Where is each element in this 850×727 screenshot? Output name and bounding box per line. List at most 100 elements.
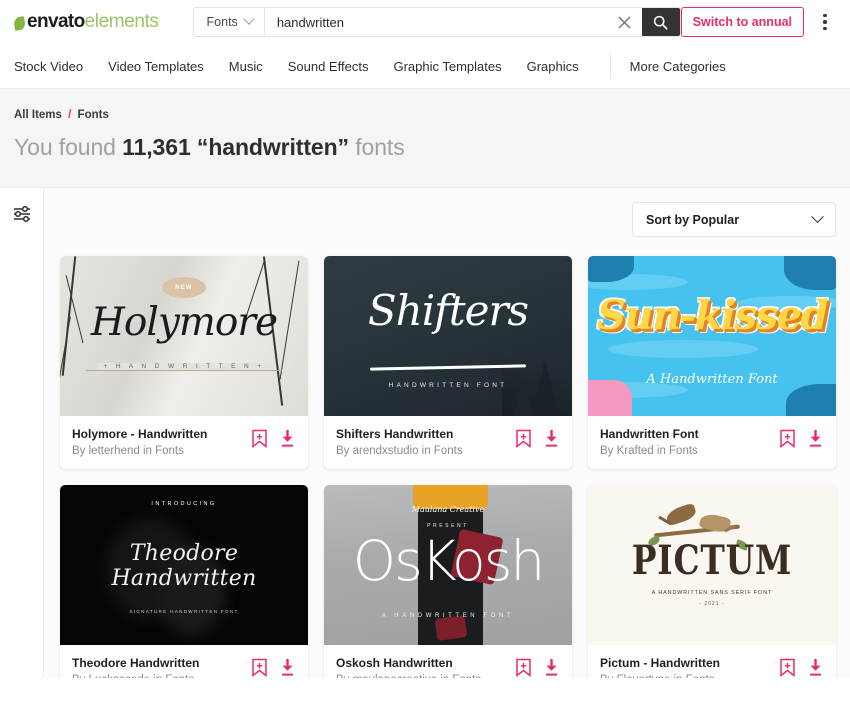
artwork-subtitle: + H A N D W R I T T E N +: [60, 363, 308, 370]
top-bar-right: Switch to annual: [680, 7, 836, 37]
results-content: Sort by Popular NEW Holymore + H A N D W…: [44, 188, 850, 678]
search-submit-button[interactable]: [641, 8, 680, 36]
breadcrumb: All Items / Fonts: [14, 109, 836, 121]
sort-dropdown[interactable]: Sort by Popular: [632, 202, 836, 237]
download-icon[interactable]: [807, 658, 824, 677]
card-author: By arendxstudio in Fonts: [336, 445, 463, 457]
card-author: By maulanacreative in Fonts: [336, 674, 515, 678]
chevron-down-icon: [243, 13, 255, 25]
card-actions: [515, 427, 560, 449]
result-card[interactable]: Sun-kissed A Handwritten Font Handwritte…: [588, 256, 836, 469]
search-category-dropdown[interactable]: Fonts: [193, 8, 265, 36]
result-card[interactable]: INTRODUCING Theodore Handwritten SIGNATU…: [60, 485, 308, 678]
bookmark-plus-icon[interactable]: [515, 658, 532, 678]
card-footer: Holymore - Handwritten By letterhend in …: [60, 416, 308, 469]
download-icon[interactable]: [279, 429, 296, 448]
artwork-holymore: NEW Holymore + H A N D W R I T T E N +: [60, 256, 308, 416]
kebab-menu-icon[interactable]: [814, 8, 836, 36]
artwork-pictum: PICTUM A HANDWRITTEN SANS SERIF FONT - 2…: [588, 485, 836, 645]
download-icon[interactable]: [543, 429, 560, 448]
filter-sidebar: [0, 188, 44, 678]
card-footer: Shifters Handwritten By arendxstudio in …: [324, 416, 572, 469]
artwork-brand: Maulana Creative: [411, 505, 485, 514]
logo-text-envato: envato: [27, 11, 85, 32]
artwork-display-text: Theodore Handwritten: [111, 541, 257, 591]
breadcrumb-fonts[interactable]: Fonts: [78, 109, 109, 121]
artwork-subtitle: A HANDWRITTEN FONT: [381, 613, 515, 619]
nav-item-sound-effects[interactable]: Sound Effects: [288, 59, 386, 74]
card-footer: Theodore Handwritten By Luckascode in Fo…: [60, 645, 308, 678]
download-icon[interactable]: [279, 658, 296, 677]
download-icon[interactable]: [543, 658, 560, 677]
bookmark-plus-icon[interactable]: [515, 429, 532, 449]
bookmark-plus-icon[interactable]: [779, 429, 796, 449]
headline-prefix: You found: [14, 134, 123, 160]
card-meta: Handwritten Font By Krafted in Fonts: [600, 427, 779, 457]
card-footer: Pictum - Handwritten By Flavortype in Fo…: [588, 645, 836, 678]
nav-item-video-templates[interactable]: Video Templates: [108, 59, 221, 74]
card-title: Pictum - Handwritten: [600, 656, 721, 670]
headline-count: 11,361 “handwritten”: [122, 134, 349, 160]
new-badge: NEW: [162, 277, 206, 298]
card-title: Handwritten Font: [600, 427, 699, 441]
sort-dropdown-label: Sort by Popular: [646, 212, 740, 227]
card-author: By Krafted in Fonts: [600, 445, 698, 457]
nav-item-graphics[interactable]: Graphics: [527, 59, 596, 74]
envato-elements-logo[interactable]: envato elements: [12, 11, 159, 33]
bookmark-plus-icon[interactable]: [251, 429, 268, 449]
card-footer: Oskosh Handwritten By maulanacreative in…: [324, 645, 572, 678]
breadcrumb-separator: /: [68, 109, 72, 121]
card-author: By letterhend in Fonts: [72, 445, 184, 457]
artwork-theodore: INTRODUCING Theodore Handwritten SIGNATU…: [60, 485, 308, 645]
results-toolbar: Sort by Popular: [60, 202, 836, 237]
artwork-kicker: INTRODUCING: [151, 501, 217, 507]
bookmark-plus-icon[interactable]: [251, 658, 268, 678]
card-thumbnail[interactable]: NEW Holymore + H A N D W R I T T E N +: [60, 256, 308, 416]
headline-suffix: fonts: [348, 134, 405, 160]
card-thumbnail[interactable]: Maulana Creative PRESENT OsKosh A HANDWR…: [324, 485, 572, 645]
card-actions: [251, 656, 296, 678]
breadcrumb-all-items[interactable]: All Items: [14, 109, 62, 121]
artwork-subtitle: SIGNATURE HANDWRITTEN FONT: [129, 609, 239, 614]
artwork-shifters: Shifters HANDWRITTEN FONT: [324, 256, 572, 416]
nav-item-more-categories[interactable]: More Categories: [630, 59, 743, 74]
card-title: Holymore - Handwritten: [72, 427, 208, 441]
results-body: Sort by Popular NEW Holymore + H A N D W…: [0, 188, 850, 678]
search-input[interactable]: [264, 8, 608, 36]
nav-item-graphic-templates[interactable]: Graphic Templates: [393, 59, 518, 74]
artwork-display-text: Holymore: [90, 300, 278, 345]
download-icon[interactable]: [807, 429, 824, 448]
card-meta: Pictum - Handwritten By Flavortype in Fo…: [600, 656, 779, 678]
artwork-sun-kissed: Sun-kissed A Handwritten Font: [588, 256, 836, 416]
result-card[interactable]: Shifters HANDWRITTEN FONT Shifters Handw…: [324, 256, 572, 469]
search-bar: Fonts: [192, 7, 681, 37]
result-card[interactable]: Maulana Creative PRESENT OsKosh A HANDWR…: [324, 485, 572, 678]
switch-to-annual-button[interactable]: Switch to annual: [680, 7, 804, 37]
category-nav: Stock Video Video Templates Music Sound …: [0, 44, 850, 89]
filter-sliders-icon[interactable]: [12, 204, 32, 224]
card-actions: [251, 427, 296, 449]
search-icon: [654, 15, 668, 29]
card-thumbnail[interactable]: Shifters HANDWRITTEN FONT: [324, 256, 572, 416]
card-footer: Handwritten Font By Krafted in Fonts: [588, 416, 836, 469]
artwork-subtitle: HANDWRITTEN FONT: [388, 382, 508, 389]
results-grid: NEW Holymore + H A N D W R I T T E N + H…: [60, 256, 836, 678]
clear-search-button[interactable]: [608, 8, 642, 36]
artwork-rule: [86, 370, 282, 371]
logo-text-elements: elements: [84, 11, 159, 32]
card-thumbnail[interactable]: Sun-kissed A Handwritten Font: [588, 256, 836, 416]
card-meta: Shifters Handwritten By arendxstudio in …: [336, 427, 515, 457]
artwork-subtitle: A HANDWRITTEN SANS SERIF FONT: [651, 590, 773, 596]
card-thumbnail[interactable]: PICTUM A HANDWRITTEN SANS SERIF FONT - 2…: [588, 485, 836, 645]
card-actions: [515, 656, 560, 678]
artwork-display-text: Sun-kissed: [596, 292, 829, 339]
result-card[interactable]: PICTUM A HANDWRITTEN SANS SERIF FONT - 2…: [588, 485, 836, 678]
nav-item-stock-video[interactable]: Stock Video: [14, 59, 100, 74]
artwork-display-text: OsKosh: [352, 529, 545, 593]
close-icon: [618, 16, 631, 28]
artwork-oskosh: Maulana Creative PRESENT OsKosh A HANDWR…: [324, 485, 572, 645]
result-card[interactable]: NEW Holymore + H A N D W R I T T E N + H…: [60, 256, 308, 469]
bookmark-plus-icon[interactable]: [779, 658, 796, 678]
card-thumbnail[interactable]: INTRODUCING Theodore Handwritten SIGNATU…: [60, 485, 308, 645]
nav-item-music[interactable]: Music: [229, 59, 280, 74]
